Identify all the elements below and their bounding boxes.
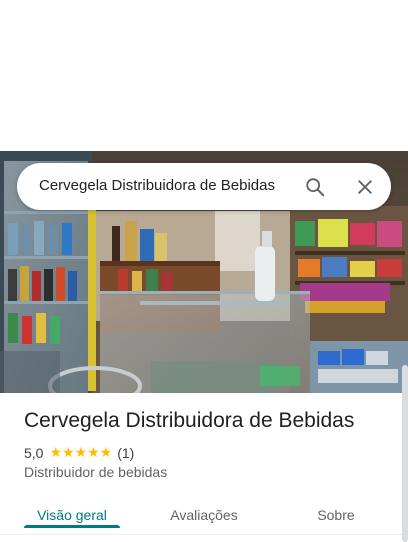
tab-about[interactable]: Sobre bbox=[300, 496, 372, 536]
tab-label: Sobre bbox=[317, 507, 355, 523]
place-info-panel: Cervegela Distribuidora de Bebidas 5,0 ★… bbox=[0, 393, 408, 542]
place-category[interactable]: Distribuidor de bebidas bbox=[24, 464, 167, 480]
tab-bar: Visão geral Avaliações Sobre bbox=[0, 496, 408, 536]
place-title: Cervegela Distribuidora de Bebidas bbox=[24, 409, 355, 432]
tab-label: Avaliações bbox=[170, 507, 238, 523]
scrollbar[interactable] bbox=[402, 365, 408, 542]
star-icon: ★★★★★ bbox=[49, 445, 113, 461]
tab-overview[interactable]: Visão geral bbox=[24, 496, 120, 536]
rating-row: 5,0 ★★★★★ (1) bbox=[24, 444, 134, 462]
star-rating: ★★★★★ bbox=[49, 446, 112, 460]
tab-reviews[interactable]: Avaliações bbox=[158, 496, 250, 536]
rating-value: 5,0 bbox=[24, 445, 44, 461]
search-icon[interactable] bbox=[302, 174, 328, 200]
tabs-divider bbox=[0, 534, 408, 535]
review-count[interactable]: (1) bbox=[117, 445, 134, 461]
tab-label: Visão geral bbox=[37, 507, 107, 523]
close-icon[interactable] bbox=[352, 174, 378, 200]
search-input[interactable]: Cervegela Distribuidora de Bebidas bbox=[39, 177, 275, 194]
active-tab-indicator bbox=[24, 525, 120, 528]
search-bar[interactable]: Cervegela Distribuidora de Bebidas bbox=[17, 163, 391, 210]
